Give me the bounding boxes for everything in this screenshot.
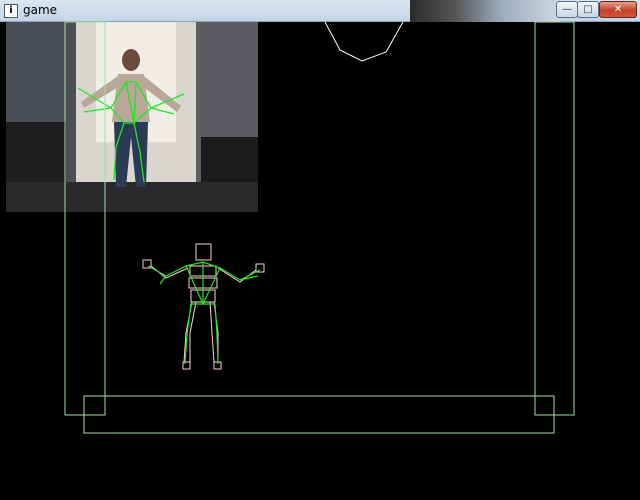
floor-platform <box>83 395 555 434</box>
game-window: i game — □ ✕ <box>0 0 640 500</box>
left-pillar <box>64 21 106 416</box>
player-avatar <box>142 243 265 370</box>
falling-object <box>324 21 404 62</box>
avatar-skeleton-overlay <box>147 261 261 365</box>
game-scene <box>64 21 575 434</box>
right-pillar <box>534 21 575 416</box>
